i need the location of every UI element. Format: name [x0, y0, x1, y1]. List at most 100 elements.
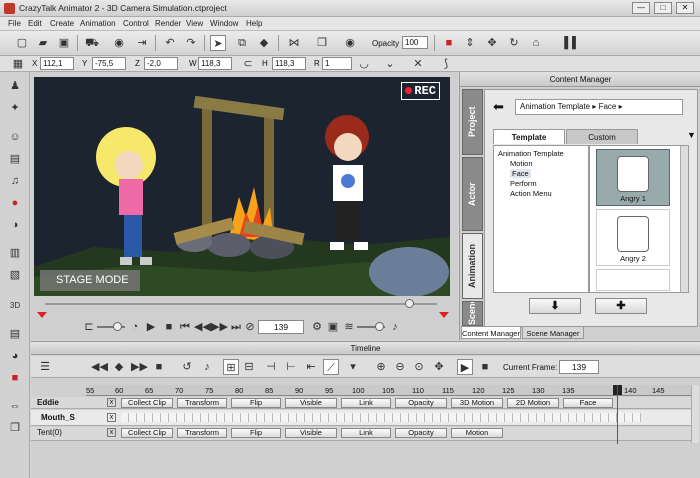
visibility-eye-icon[interactable]: ◉ [342, 35, 358, 51]
speed-icon[interactable]: ◔ [127, 319, 143, 335]
menu-help[interactable]: Help [246, 19, 262, 28]
select-arrow-icon[interactable]: ➤ [210, 35, 226, 51]
open-folder-icon[interactable]: ▰ [35, 35, 51, 51]
rotate-icon[interactable]: ↻ [506, 35, 522, 51]
zoom-fit-icon[interactable]: ⊙ [411, 359, 427, 375]
mouth-keyframes[interactable] [121, 413, 641, 422]
flip-h-icon[interactable]: ◡ [356, 56, 372, 72]
track-list-icon[interactable]: ☰ [37, 359, 53, 375]
w-field[interactable]: 118,3 [198, 57, 232, 70]
redo-icon[interactable]: ↷ [183, 35, 199, 51]
save-icon[interactable]: ▣ [56, 35, 72, 51]
content-path[interactable]: Animation Template ▸ Face ▸ [515, 99, 683, 115]
tab-content-manager[interactable]: Content Manager [461, 326, 521, 339]
r-field[interactable]: 1 [322, 57, 352, 70]
puppet-icon[interactable]: ✦ [7, 100, 23, 116]
layers-icon[interactable]: ❐ [7, 420, 23, 436]
move-vertical-icon[interactable]: ⇕ [462, 35, 478, 51]
3d-icon[interactable]: 3D [7, 298, 23, 314]
tab-custom[interactable]: Custom [566, 129, 638, 144]
track-button-opacity[interactable]: Opacity [395, 398, 447, 408]
scene-icon[interactable]: ▥ [7, 245, 23, 261]
maximize-button[interactable]: □ [654, 2, 672, 14]
record-icon[interactable]: ● [7, 195, 23, 211]
next-key-icon[interactable]: ▶▶ [131, 359, 148, 375]
key-icon[interactable]: ◆ [111, 359, 127, 375]
tools-icon[interactable]: ▾ [345, 359, 361, 375]
music-icon[interactable]: ♫ [7, 173, 23, 189]
tree-item[interactable]: Animation Template [498, 149, 564, 158]
play-icon[interactable]: ▶ [143, 319, 159, 335]
track-close-icon[interactable]: x [107, 398, 116, 407]
home-icon[interactable]: ⌂ [528, 35, 544, 51]
menu-control[interactable]: Control [123, 19, 149, 28]
extend-icon[interactable]: ⊢ [283, 359, 299, 375]
loop-clip-icon[interactable]: ↺ [179, 359, 195, 375]
thumb-item[interactable] [596, 269, 670, 291]
close-button[interactable]: ✕ [676, 2, 694, 14]
tree-item[interactable]: Motion [510, 159, 533, 168]
cart-icon[interactable]: ⛟ [84, 35, 100, 51]
h-field[interactable]: 118,3 [272, 57, 306, 70]
menu-animation[interactable]: Animation [80, 19, 116, 28]
transform-icon[interactable]: ⇔ [7, 398, 23, 414]
tree-item[interactable]: Perform [510, 179, 537, 188]
tab-scene-manager[interactable]: Scene Manager [522, 326, 584, 339]
tree-item-selected[interactable]: Face [510, 169, 531, 178]
menu-create[interactable]: Create [50, 19, 74, 28]
track-button-link[interactable]: Link [341, 428, 391, 438]
menu-view[interactable]: View [186, 19, 203, 28]
track-eddie[interactable]: Eddie x Collect Clip Transform Flip Visi… [31, 397, 691, 409]
tab-template[interactable]: Template [493, 129, 565, 144]
fullscreen-icon[interactable]: ▣ [325, 319, 341, 335]
speech-icon[interactable]: ◑ [7, 217, 23, 233]
track-button-link[interactable]: Link [341, 398, 391, 408]
thumbs-scrollbar[interactable] [680, 146, 688, 292]
merge-icon[interactable]: ⊟ [241, 359, 257, 375]
track-close-icon[interactable]: x [107, 428, 116, 437]
x-field[interactable]: 112,1 [40, 57, 74, 70]
new-file-icon[interactable]: ▢ [14, 35, 30, 51]
track-button-face[interactable]: Face [563, 398, 613, 408]
script-icon[interactable]: ▤ [7, 326, 23, 342]
next-frame-icon[interactable]: ▶▶ [211, 319, 228, 335]
prev-frame-icon[interactable]: ◀◀ [194, 319, 211, 335]
preview-eye-icon[interactable]: ◉ [111, 35, 127, 51]
timeline-scrollbar[interactable] [691, 385, 699, 443]
minimize-button[interactable]: — [632, 2, 650, 14]
back-arrow-icon[interactable]: ⬅ [493, 99, 504, 115]
menu-file[interactable]: File [8, 19, 21, 28]
track-button-transform[interactable]: Transform [177, 428, 227, 438]
audio-icon[interactable]: ♪ [199, 359, 215, 375]
volume-knob[interactable] [375, 322, 384, 331]
timeline-scrubber[interactable] [45, 303, 437, 305]
tree-item[interactable]: Action Menu [510, 189, 552, 198]
deform-icon[interactable]: ⟆ [438, 56, 454, 72]
panel-toggle-icon[interactable]: ▌▌ [564, 35, 580, 51]
prev-key-icon[interactable]: ◀◀ [91, 359, 108, 375]
track-button-visible[interactable]: Visible [285, 428, 337, 438]
audio-wave-icon[interactable]: ≋ [341, 319, 357, 335]
group-icon[interactable]: ◆ [256, 35, 272, 51]
menu-edit[interactable]: Edit [28, 19, 42, 28]
expand-icon[interactable]: ✥ [431, 359, 447, 375]
track-button-flip[interactable]: Flip [231, 428, 281, 438]
track-button-2d-motion[interactable]: 2D Motion [507, 398, 559, 408]
track-button-transform[interactable]: Transform [177, 398, 227, 408]
track-button-3d-motion[interactable]: 3D Motion [451, 398, 503, 408]
zoom-in-icon[interactable]: ⊕ [373, 359, 389, 375]
timeline-play-icon[interactable]: ▶ [457, 359, 473, 375]
image-icon[interactable]: ▤ [7, 151, 23, 167]
add-button[interactable]: ✚ [595, 298, 647, 314]
bone-icon[interactable]: ✕ [410, 56, 426, 72]
timeline-stop-icon[interactable]: ■ [477, 359, 493, 375]
curve-icon[interactable]: ⌄ [382, 56, 398, 72]
camera-record-icon[interactable]: ■ [441, 35, 457, 51]
timeline-ruler[interactable]: 55 60 65 70 75 80 85 90 95 100 105 110 1… [86, 385, 691, 396]
track-button-opacity[interactable]: Opacity [395, 428, 447, 438]
apply-down-button[interactable]: ⬇ [529, 298, 581, 314]
track-button-collect-clip[interactable]: Collect Clip [121, 398, 173, 408]
frame-input[interactable]: 139 [258, 320, 304, 334]
stop-icon[interactable]: ■ [161, 319, 177, 335]
flip-icon[interactable]: ⋈ [286, 35, 302, 51]
